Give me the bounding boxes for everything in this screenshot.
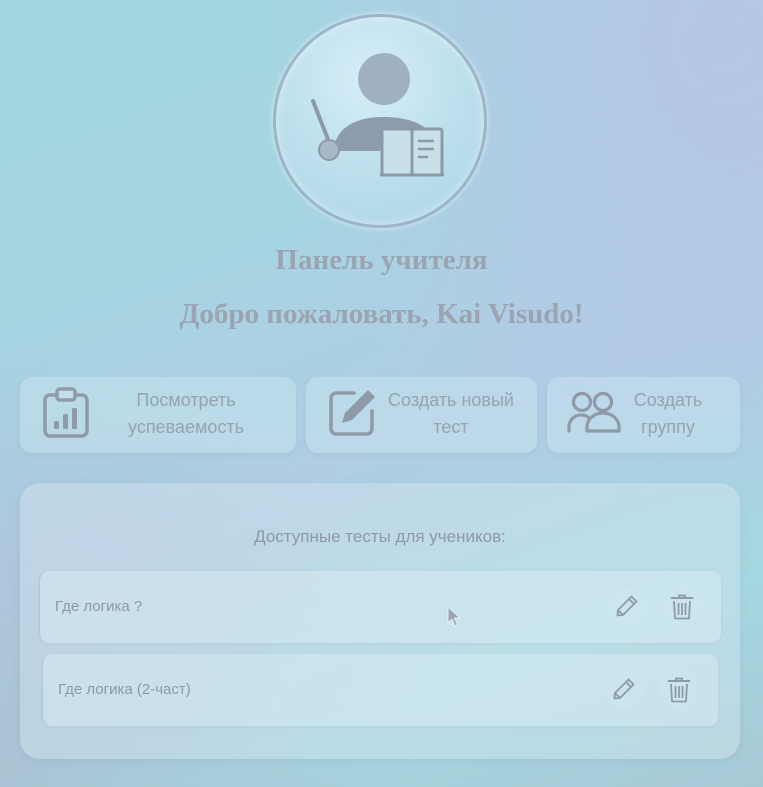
edit-square-icon: [328, 387, 378, 442]
create-group-label: Создать группу: [633, 390, 703, 437]
edit-test-button[interactable]: [608, 587, 646, 625]
test-row[interactable]: Где логика ?: [39, 571, 721, 643]
people-icon: [567, 391, 621, 440]
teacher-icon: [311, 53, 444, 177]
delete-test-button[interactable]: [663, 587, 701, 625]
view-progress-label: Посмотреть успеваемость: [128, 390, 244, 437]
create-group-button[interactable]: Создать группу: [547, 377, 740, 453]
view-progress-button[interactable]: Посмотреть успеваемость: [20, 377, 296, 453]
clipboard-chart-icon: [42, 387, 90, 444]
trash-icon: [667, 677, 691, 703]
test-name: Где логика ?: [55, 598, 143, 615]
pencil-icon: [613, 678, 635, 700]
test-row[interactable]: Где логика (2-част): [42, 654, 718, 726]
tests-heading: Доступные тесты для учеников:: [254, 527, 506, 546]
create-test-label: Создать новый тест: [388, 390, 514, 437]
page-title: Панель учителя: [275, 244, 488, 276]
pencil-icon: [616, 595, 638, 617]
teacher-avatar: [273, 14, 487, 228]
edit-test-button[interactable]: [605, 670, 643, 708]
available-tests-panel: Доступные тесты для учеников: Где логика…: [20, 483, 740, 759]
create-test-button[interactable]: Создать новый тест: [306, 377, 537, 453]
delete-test-button[interactable]: [660, 670, 698, 708]
test-name: Где логика (2-част): [58, 681, 191, 698]
welcome-message: Добро пожаловать, Kai Visudo!: [179, 298, 584, 330]
mouse-cursor-icon: [447, 606, 461, 627]
trash-icon: [670, 594, 694, 620]
